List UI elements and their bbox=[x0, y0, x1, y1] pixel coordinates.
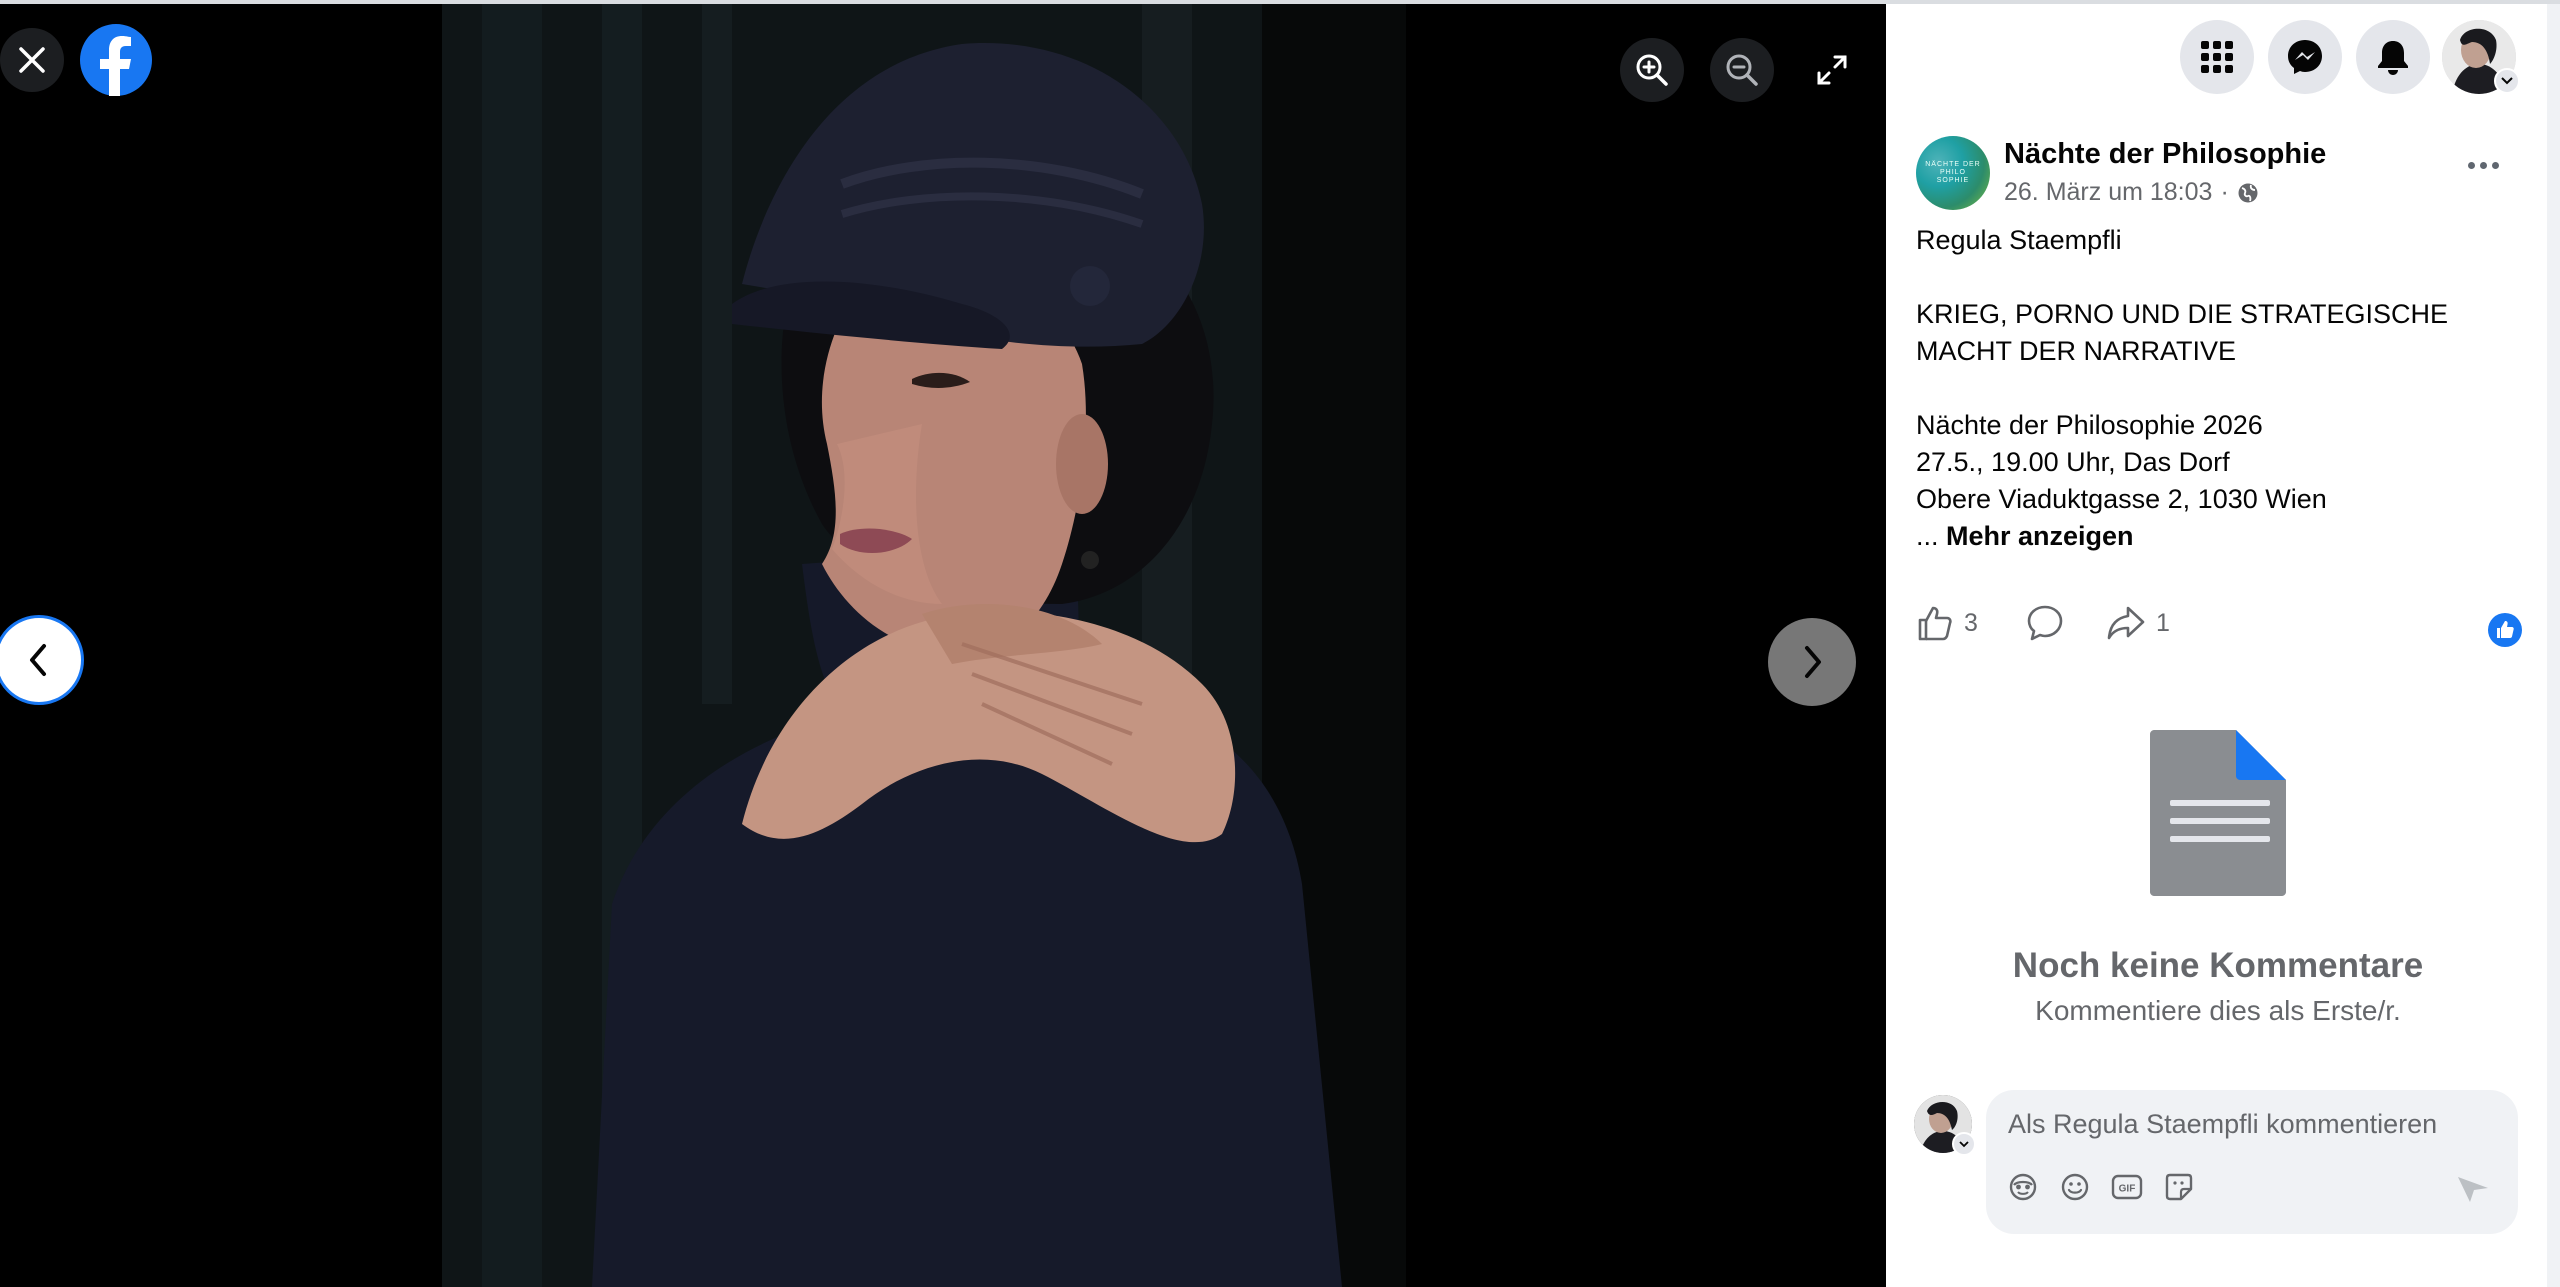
messenger-icon bbox=[2288, 40, 2322, 74]
fullscreen-icon bbox=[1817, 55, 1847, 85]
zoom-out-icon bbox=[1726, 54, 1758, 86]
share-count: 1 bbox=[2156, 608, 2170, 637]
post-text-line: KRIEG, PORNO UND DIE STRATEGISCHE bbox=[1916, 299, 2449, 329]
zoom-in-button[interactable] bbox=[1620, 38, 1684, 102]
photo-viewer bbox=[0, 4, 1886, 1287]
share-button[interactable]: 1 bbox=[2106, 604, 2170, 642]
no-comments-subtitle: Kommentiere dies als Erste/r. bbox=[2035, 995, 2401, 1026]
gif-icon: GIF bbox=[2111, 1174, 2143, 1200]
zoom-out-button[interactable] bbox=[1710, 38, 1774, 102]
post-options-button[interactable] bbox=[2458, 140, 2508, 190]
gif-button[interactable]: GIF bbox=[2110, 1170, 2144, 1204]
facebook-home-link[interactable] bbox=[80, 24, 152, 96]
post-text-line: MACHT DER NARRATIVE bbox=[1916, 336, 2237, 366]
next-photo-button[interactable] bbox=[1768, 618, 1856, 706]
emoji-button[interactable] bbox=[2058, 1170, 2092, 1204]
thumbs-up-icon bbox=[2497, 621, 2514, 638]
post-photo[interactable] bbox=[442, 4, 1406, 1287]
close-viewer-button[interactable] bbox=[0, 28, 64, 92]
menu-grid-icon bbox=[2201, 41, 2233, 73]
page-name-link[interactable]: Nächte der Philosophie bbox=[2004, 138, 2326, 171]
no-comments-title: Noch keine Kommentare bbox=[2012, 946, 2424, 985]
chevron-down-icon bbox=[2501, 77, 2513, 85]
share-arrow-icon bbox=[2107, 606, 2145, 640]
more-dot bbox=[2467, 161, 2475, 169]
page-avatar-text-line: NÄCHTE DER bbox=[1925, 161, 1981, 168]
post-text: Regula Staempfli KRIEG, PORNO UND DIE ST… bbox=[1916, 222, 2536, 555]
post-text-line: 27.5., 19.00 Uhr, Das Dorf bbox=[1916, 447, 2230, 477]
comment-bubble-icon bbox=[2027, 605, 2063, 641]
comment-button[interactable] bbox=[2026, 604, 2064, 642]
previous-photo-button[interactable] bbox=[0, 615, 84, 705]
window-scroll-edge bbox=[2547, 4, 2560, 1287]
avatar-sticker-icon bbox=[2009, 1173, 2037, 1201]
facebook-logo-icon bbox=[100, 36, 131, 96]
globe-icon[interactable] bbox=[2237, 182, 2259, 204]
like-thumb-icon bbox=[1918, 606, 1952, 641]
comment-input[interactable] bbox=[2008, 1102, 2488, 1146]
photo-portrait-illustration bbox=[442, 4, 1406, 1287]
svg-text:GIF: GIF bbox=[2119, 1184, 2136, 1195]
meta-separator: · bbox=[2220, 178, 2229, 206]
chevron-left-icon bbox=[30, 644, 46, 676]
see-more-prefix: ... bbox=[1916, 521, 1947, 551]
see-more-link[interactable]: Mehr anzeigen bbox=[1946, 521, 2134, 551]
notifications-button[interactable] bbox=[2356, 20, 2430, 94]
send-comment-icon[interactable] bbox=[2456, 1174, 2490, 1204]
comment-composer: GIF bbox=[1986, 1090, 2518, 1234]
messenger-button[interactable] bbox=[2268, 20, 2342, 94]
page-avatar[interactable]: NÄCHTE DER PHILO SOPHIE bbox=[1916, 136, 1990, 210]
notifications-bell-icon bbox=[2378, 41, 2408, 75]
like-count: 3 bbox=[1964, 608, 1978, 637]
more-dot bbox=[2491, 161, 2499, 169]
page-avatar-text-line: PHILO bbox=[1939, 169, 1966, 176]
sticker-icon bbox=[2165, 1173, 2193, 1201]
page-avatar-text-line: SOPHIE bbox=[1936, 177, 1970, 184]
more-dot bbox=[2479, 161, 2487, 169]
post-date-link[interactable]: 26. März um 18:03 bbox=[2004, 178, 2212, 207]
post-text-line: Nächte der Philosophie 2026 bbox=[1916, 410, 2263, 440]
post-text-line bbox=[1916, 370, 2536, 407]
emoji-icon bbox=[2061, 1173, 2089, 1201]
like-button[interactable]: 3 bbox=[1916, 604, 1978, 642]
post-meta: 26. März um 18:03 · bbox=[2004, 178, 2259, 207]
commenter-avatar-chevron[interactable] bbox=[1952, 1132, 1976, 1156]
document-illustration-icon bbox=[2150, 730, 2286, 896]
fullscreen-button[interactable] bbox=[1800, 38, 1864, 102]
account-menu-chevron[interactable] bbox=[2494, 68, 2520, 94]
close-icon bbox=[19, 47, 45, 73]
sticker-button[interactable] bbox=[2162, 1170, 2196, 1204]
reaction-like-badge[interactable] bbox=[2488, 613, 2522, 647]
post-text-line bbox=[1916, 259, 2536, 296]
menu-button[interactable] bbox=[2180, 20, 2254, 94]
zoom-in-icon bbox=[1636, 54, 1668, 86]
post-text-line: Obere Viaduktgasse 2, 1030 Wien bbox=[1916, 484, 2327, 514]
chevron-right-icon bbox=[1805, 646, 1821, 678]
avatar-sticker-button[interactable] bbox=[2006, 1170, 2040, 1204]
see-more-line: ... Mehr anzeigen bbox=[1916, 518, 2536, 555]
chevron-down-icon bbox=[1959, 1140, 1969, 1147]
post-text-line: Regula Staempfli bbox=[1916, 225, 2122, 255]
post-actions-bar: 3 1 bbox=[1916, 604, 2526, 654]
